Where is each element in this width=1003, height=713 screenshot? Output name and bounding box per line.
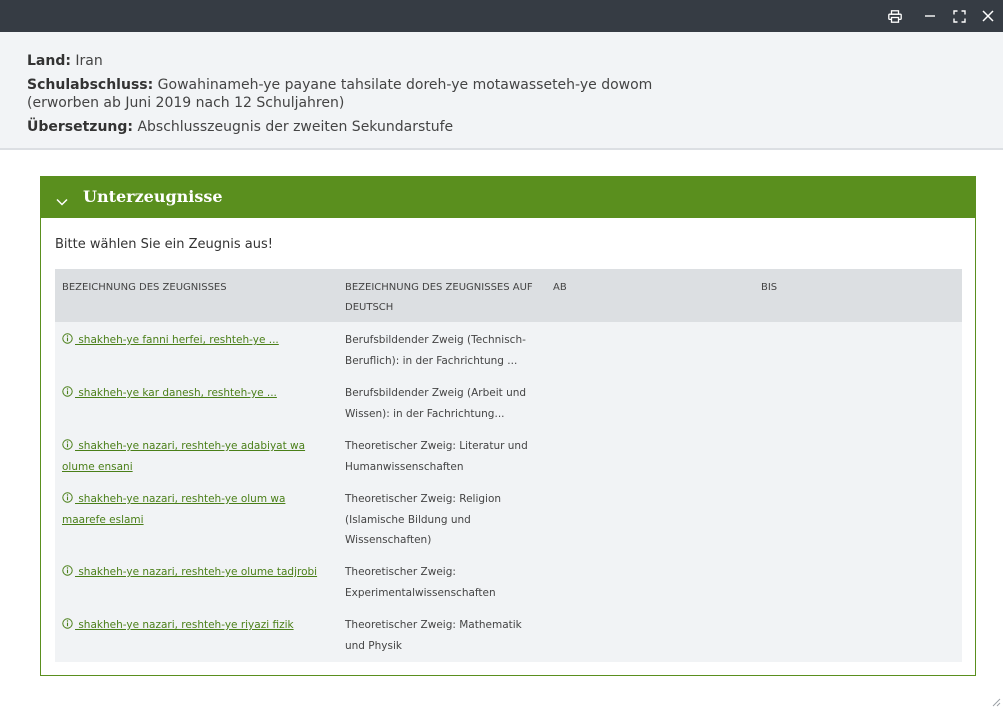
table-row: shakheh-ye nazari, reshteh-ye adabiyat w… — [55, 428, 962, 481]
degree-label: Schulabschluss: — [27, 77, 154, 93]
resize-grip-icon[interactable] — [992, 692, 1001, 711]
translation-value: Abschlusszeugnis der zweiten Sekundarstu… — [137, 119, 454, 135]
column-header-to: BIS — [761, 282, 778, 293]
table-row: shakheh-ye fanni herfei, reshteh-ye ... … — [55, 322, 962, 375]
select-prompt: Bitte wählen Sie ein Zeugnis aus! — [55, 237, 273, 252]
column-header-name-de: BEZEICHNUNG DES ZEUGNISSES AUF DEUTSCH — [345, 282, 533, 313]
certificate-name-de: Berufsbildender Zweig (Arbeit und Wissen… — [345, 387, 527, 420]
section-title: Unterzeugnisse — [83, 187, 223, 206]
window-titlebar — [0, 0, 1003, 32]
section-header[interactable]: Unterzeugnisse — [41, 177, 975, 218]
certificate-name-de: Theoretischer Zweig: Literatur und Human… — [345, 440, 528, 473]
certificates-table: BEZEICHNUNG DES ZEUGNISSES BEZEICHNUNG D… — [55, 269, 962, 662]
certificate-name: shakheh-ye kar danesh, reshteh-ye ... — [75, 387, 277, 399]
certificate-name-de: Theoretischer Zweig: Religion (Islamisch… — [345, 493, 502, 546]
certificate-link[interactable]: shakheh-ye nazari, reshteh-ye olum wa ma… — [62, 489, 330, 530]
certificate-name-de: Theoretischer Zweig: Mathematik und Phys… — [345, 619, 522, 652]
info-icon — [62, 618, 73, 629]
table-header: BEZEICHNUNG DES ZEUGNISSES BEZEICHNUNG D… — [55, 269, 962, 322]
degree-info-panel: Land: Iran Schulabschluss: Gowahinameh-y… — [0, 32, 1003, 150]
minimize-icon[interactable] — [920, 6, 940, 26]
close-icon[interactable] — [978, 6, 998, 26]
info-icon — [62, 492, 73, 503]
info-icon — [62, 439, 73, 450]
certificate-link[interactable]: shakheh-ye nazari, reshteh-ye adabiyat w… — [62, 436, 330, 477]
certificate-link[interactable]: shakheh-ye nazari, reshteh-ye riyazi fiz… — [62, 615, 330, 636]
certificate-link[interactable]: shakheh-ye kar danesh, reshteh-ye ... — [62, 383, 330, 404]
country-line: Land: Iran — [27, 52, 667, 70]
column-header-name: BEZEICHNUNG DES ZEUGNISSES — [62, 282, 227, 293]
table-row: shakheh-ye nazari, reshteh-ye riyazi fiz… — [55, 607, 962, 662]
table-row: shakheh-ye kar danesh, reshteh-ye ... Be… — [55, 375, 962, 428]
maximize-icon[interactable] — [949, 6, 969, 26]
certificate-name: shakheh-ye nazari, reshteh-ye olume tadj… — [75, 566, 318, 578]
translation-label: Übersetzung: — [27, 119, 134, 135]
info-icon — [62, 333, 73, 344]
certificate-name: shakheh-ye nazari, reshteh-ye riyazi fiz… — [75, 619, 294, 631]
info-icon — [62, 565, 73, 576]
country-value: Iran — [75, 53, 103, 69]
sub-certificates-section: Unterzeugnisse Bitte wählen Sie ein Zeug… — [40, 176, 976, 676]
certificate-name: shakheh-ye nazari, reshteh-ye adabiyat w… — [62, 440, 306, 473]
table-row: shakheh-ye nazari, reshteh-ye olum wa ma… — [55, 481, 962, 554]
certificate-name-de: Berufsbildender Zweig (Technisch-Berufli… — [345, 334, 526, 367]
column-header-from: AB — [553, 282, 567, 293]
certificate-link[interactable]: shakheh-ye nazari, reshteh-ye olume tadj… — [62, 562, 330, 583]
certificate-name-de: Theoretischer Zweig: Experimentalwissens… — [345, 566, 496, 599]
country-label: Land: — [27, 53, 71, 69]
certificate-name: shakheh-ye fanni herfei, reshteh-ye ... — [75, 334, 279, 346]
certificate-name: shakheh-ye nazari, reshteh-ye olum wa ma… — [62, 493, 286, 526]
certificate-link[interactable]: shakheh-ye fanni herfei, reshteh-ye ... — [62, 330, 330, 351]
translation-line: Übersetzung: Abschlusszeugnis der zweite… — [27, 118, 667, 136]
chevron-down-icon — [56, 191, 68, 210]
degree-line: Schulabschluss: Gowahinameh-ye payane ta… — [27, 76, 667, 112]
printer-icon[interactable] — [885, 6, 905, 26]
table-row: shakheh-ye nazari, reshteh-ye olume tadj… — [55, 554, 962, 607]
info-icon — [62, 386, 73, 397]
